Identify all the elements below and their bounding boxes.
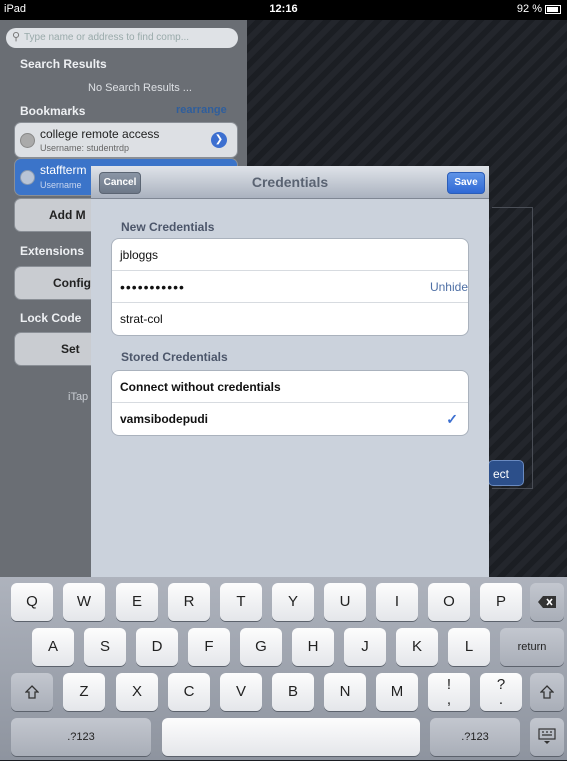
key-p[interactable]: P [480, 583, 522, 621]
search-input[interactable]: Type name or address to find comp... [6, 28, 238, 48]
stored-credential-option-selected[interactable]: vamsibodepudi ✓ [112, 403, 468, 435]
space-bar[interactable] [162, 718, 420, 756]
dialog-title: Credentials [251, 174, 329, 190]
save-button[interactable]: Save [447, 172, 485, 194]
domain-field[interactable]: strat-col [112, 303, 468, 335]
key-q[interactable]: Q [11, 583, 53, 621]
connect-button[interactable]: ect [488, 460, 524, 486]
key-y[interactable]: Y [272, 583, 314, 621]
key-n[interactable]: N [324, 673, 366, 711]
status-icon [20, 133, 35, 148]
stored-credential-option[interactable]: Connect without credentials [112, 371, 468, 403]
extensions-heading: Extensions [20, 244, 85, 258]
key-u[interactable]: U [324, 583, 366, 621]
key-w[interactable]: W [63, 583, 105, 621]
key-question-period[interactable]: ? . [480, 673, 522, 711]
search-results-heading: Search Results [20, 57, 107, 71]
dialog-nav-bar: Cancel Credentials Save [91, 166, 489, 199]
password-field[interactable]: ••••••••••• Unhide [112, 271, 468, 303]
return-key[interactable]: return [500, 628, 564, 666]
key-x[interactable]: X [116, 673, 158, 711]
credentials-dialog: Cancel Credentials Save New Credentials … [91, 166, 489, 577]
stored-credentials-group: Connect without credentials vamsibodepud… [111, 370, 469, 436]
key-v[interactable]: V [220, 673, 262, 711]
key-exclamation-comma[interactable]: ! , [428, 673, 470, 711]
key-o[interactable]: O [428, 583, 470, 621]
key-r[interactable]: R [168, 583, 210, 621]
clock: 12:16 [269, 3, 298, 15]
key-c[interactable]: C [168, 673, 210, 711]
bookmark-name: college remote access [40, 127, 160, 141]
shift-key-right[interactable] [530, 673, 564, 711]
shift-icon [24, 685, 40, 699]
disclosure-icon[interactable]: ❯ [211, 132, 227, 148]
rearrange-button[interactable]: rearrange [176, 104, 227, 116]
bookmarks-heading: Bookmarks [20, 104, 86, 118]
key-i[interactable]: I [376, 583, 418, 621]
onscreen-keyboard: Q W E R T Y U I O P A S D F G H J K L re… [0, 577, 567, 760]
unhide-button[interactable]: Unhide [430, 271, 468, 303]
background-panel-frame [492, 207, 533, 489]
key-a[interactable]: A [32, 628, 74, 666]
bookmark-name: staffterm [40, 163, 87, 177]
stored-credentials-heading: Stored Credentials [121, 350, 228, 364]
status-icon [20, 170, 35, 185]
password-value: ••••••••••• [120, 279, 185, 295]
numbers-key-right[interactable]: .?123 [430, 718, 520, 756]
key-t[interactable]: T [220, 583, 262, 621]
lock-code-heading: Lock Code [20, 311, 82, 325]
add-button-label: Add M [49, 208, 86, 222]
config-button-label: Config [53, 276, 91, 290]
hide-keyboard-key[interactable] [530, 718, 564, 756]
shift-icon [539, 685, 555, 699]
key-l[interactable]: L [448, 628, 490, 666]
key-k[interactable]: K [396, 628, 438, 666]
bookmark-item[interactable]: college remote access Username: studentr… [14, 122, 238, 158]
new-credentials-group: jbloggs ••••••••••• Unhide strat-col [111, 238, 469, 336]
username-field[interactable]: jbloggs [112, 239, 468, 271]
key-e[interactable]: E [116, 583, 158, 621]
set-button-label: Set [61, 342, 80, 356]
keyboard-hide-icon [538, 728, 556, 744]
key-s[interactable]: S [84, 628, 126, 666]
key-h[interactable]: H [292, 628, 334, 666]
battery-icon [545, 4, 561, 14]
checkmark-icon: ✓ [446, 411, 458, 427]
bookmark-username: Username: studentrdp [40, 143, 130, 153]
bookmark-username: Username [40, 180, 82, 190]
key-m[interactable]: M [376, 673, 418, 711]
battery-status: 92 % [517, 3, 561, 15]
no-results-text: No Search Results ... [88, 82, 192, 94]
key-d[interactable]: D [136, 628, 178, 666]
search-icon: ⚲ [12, 31, 21, 43]
shift-key[interactable] [11, 673, 53, 711]
backspace-key[interactable] [530, 583, 564, 621]
battery-percent: 92 % [516, 3, 542, 15]
new-credentials-heading: New Credentials [121, 220, 215, 234]
numbers-key[interactable]: .?123 [11, 718, 151, 756]
stored-credential-label: vamsibodepudi [120, 412, 209, 426]
backspace-icon [538, 596, 556, 608]
footer-text: iTap [68, 391, 89, 403]
key-f[interactable]: F [188, 628, 230, 666]
key-b[interactable]: B [272, 673, 314, 711]
status-bar: iPad 12:16 92 % [0, 0, 567, 20]
key-g[interactable]: G [240, 628, 282, 666]
key-j[interactable]: J [344, 628, 386, 666]
key-z[interactable]: Z [63, 673, 105, 711]
